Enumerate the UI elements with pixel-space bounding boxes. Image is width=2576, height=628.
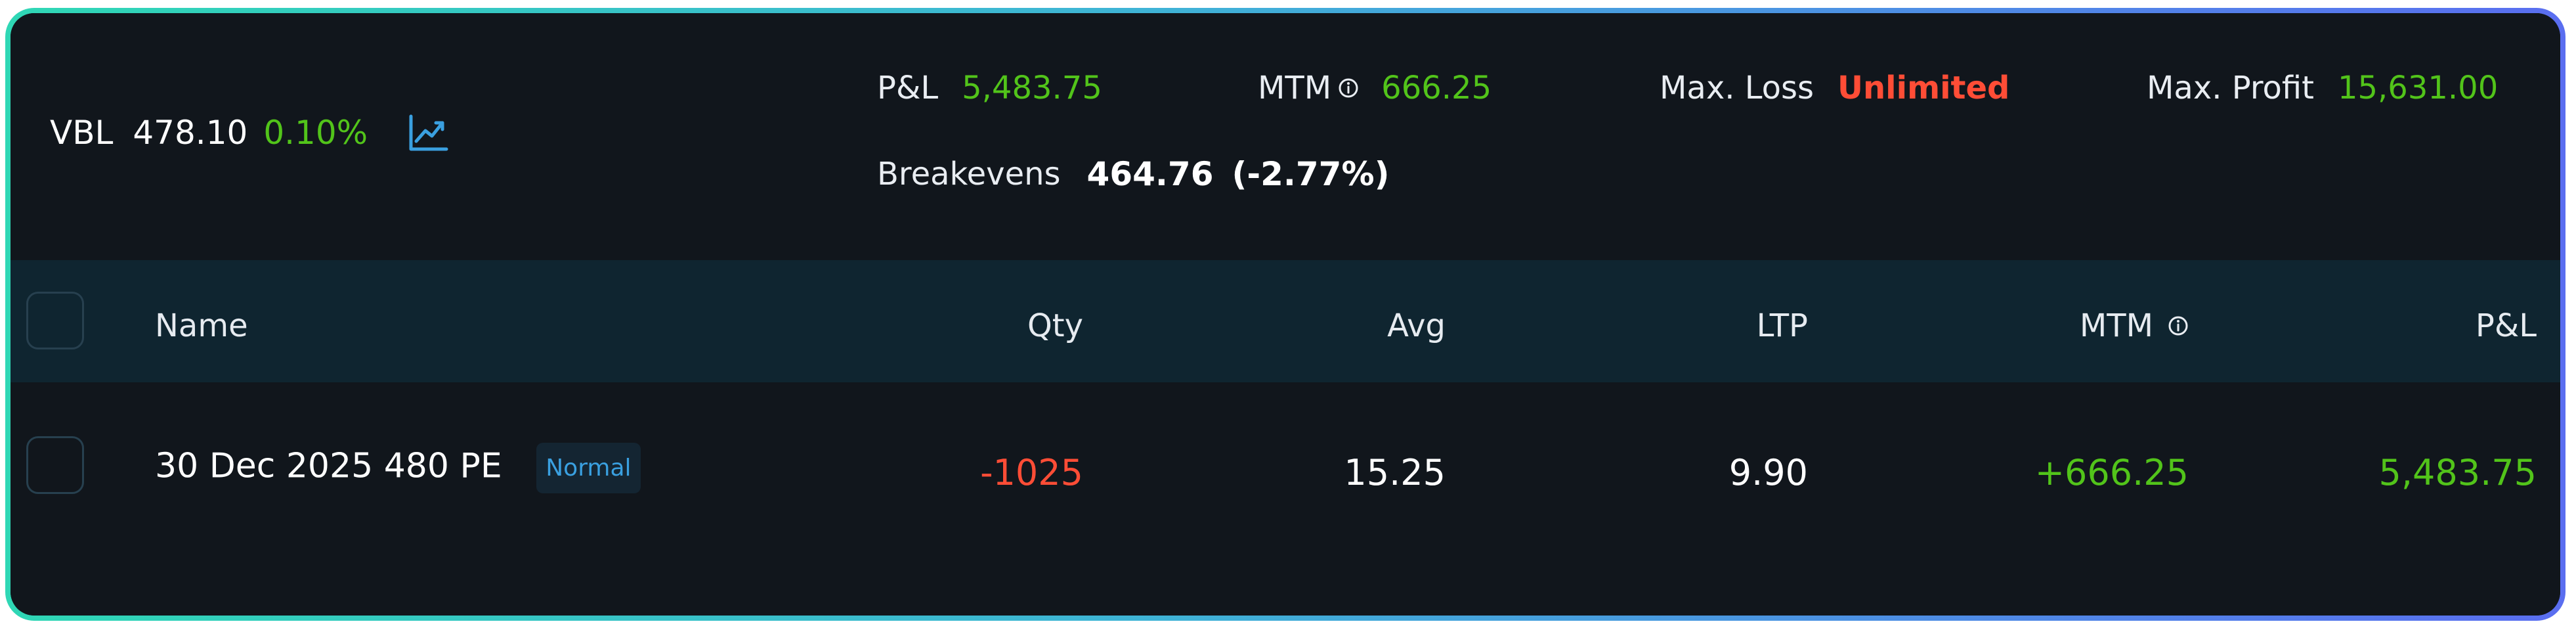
pnl-cell: 5,483.75 [2378,452,2537,493]
ticker-symbol: VBL [50,114,114,152]
avg-cell: 15.25 [1344,452,1446,493]
max-profit-label: Max. Profit [2147,70,2314,106]
breakevens-value: 464.76 [1086,155,1214,193]
column-qty[interactable]: Qty [1027,307,1083,344]
max-loss-label: Max. Loss [1660,70,1814,106]
instrument-name-cell: 30 Dec 2025 480 PE Normal [155,443,641,493]
max-loss-stat: Max. Loss Unlimited [1660,70,2009,106]
instrument-name: 30 Dec 2025 480 PE [155,446,502,486]
ticker-change: 0.10% [263,114,368,152]
table-row[interactable]: 30 Dec 2025 480 PE Normal -1025 15.25 9.… [11,382,2560,616]
position-card: VBL 478.10 0.10% P&L 5,483.75 MTM 666.25… [11,13,2560,616]
chart-button[interactable] [407,113,450,152]
ticker-info: VBL 478.10 0.10% [50,113,450,152]
breakevens-stat: Breakevens 464.76 (-2.77%) [877,155,1389,193]
trend-chart-icon [409,114,448,151]
column-pnl[interactable]: P&L [2476,307,2537,344]
position-summary: VBL 478.10 0.10% P&L 5,483.75 MTM 666.25… [11,13,2560,260]
select-all-checkbox[interactable] [26,292,84,349]
pnl-stat: P&L 5,483.75 [877,70,1102,106]
max-profit-stat: Max. Profit 15,631.00 [2147,70,2498,106]
column-ltp[interactable]: LTP [1757,307,1808,344]
column-avg[interactable]: Avg [1387,307,1446,344]
mtm-stat: MTM 666.25 [1258,70,1492,106]
pnl-value: 5,483.75 [962,70,1102,106]
column-mtm[interactable]: MTM [2080,307,2189,344]
pnl-label: P&L [877,70,939,106]
product-type-badge: Normal [536,443,641,493]
max-profit-value: 15,631.00 [2337,70,2499,106]
ticker-price: 478.10 [133,114,248,152]
info-icon[interactable] [1338,78,1359,99]
column-name[interactable]: Name [155,307,248,344]
mtm-cell: +666.25 [2034,452,2189,493]
row-checkbox[interactable] [26,436,84,494]
max-loss-value: Unlimited [1837,70,2010,106]
table-header: Name Qty Avg LTP MTM P&L [11,260,2560,382]
qty-cell: -1025 [980,452,1083,493]
position-card-frame: VBL 478.10 0.10% P&L 5,483.75 MTM 666.25… [5,8,2565,621]
info-icon[interactable] [2168,315,2189,336]
breakevens-label: Breakevens [877,156,1061,192]
mtm-label: MTM [1258,70,1332,106]
ltp-cell: 9.90 [1728,452,1808,493]
column-mtm-label: MTM [2079,307,2153,344]
mtm-value: 666.25 [1381,70,1492,106]
breakevens-percent: (-2.77%) [1232,155,1390,193]
